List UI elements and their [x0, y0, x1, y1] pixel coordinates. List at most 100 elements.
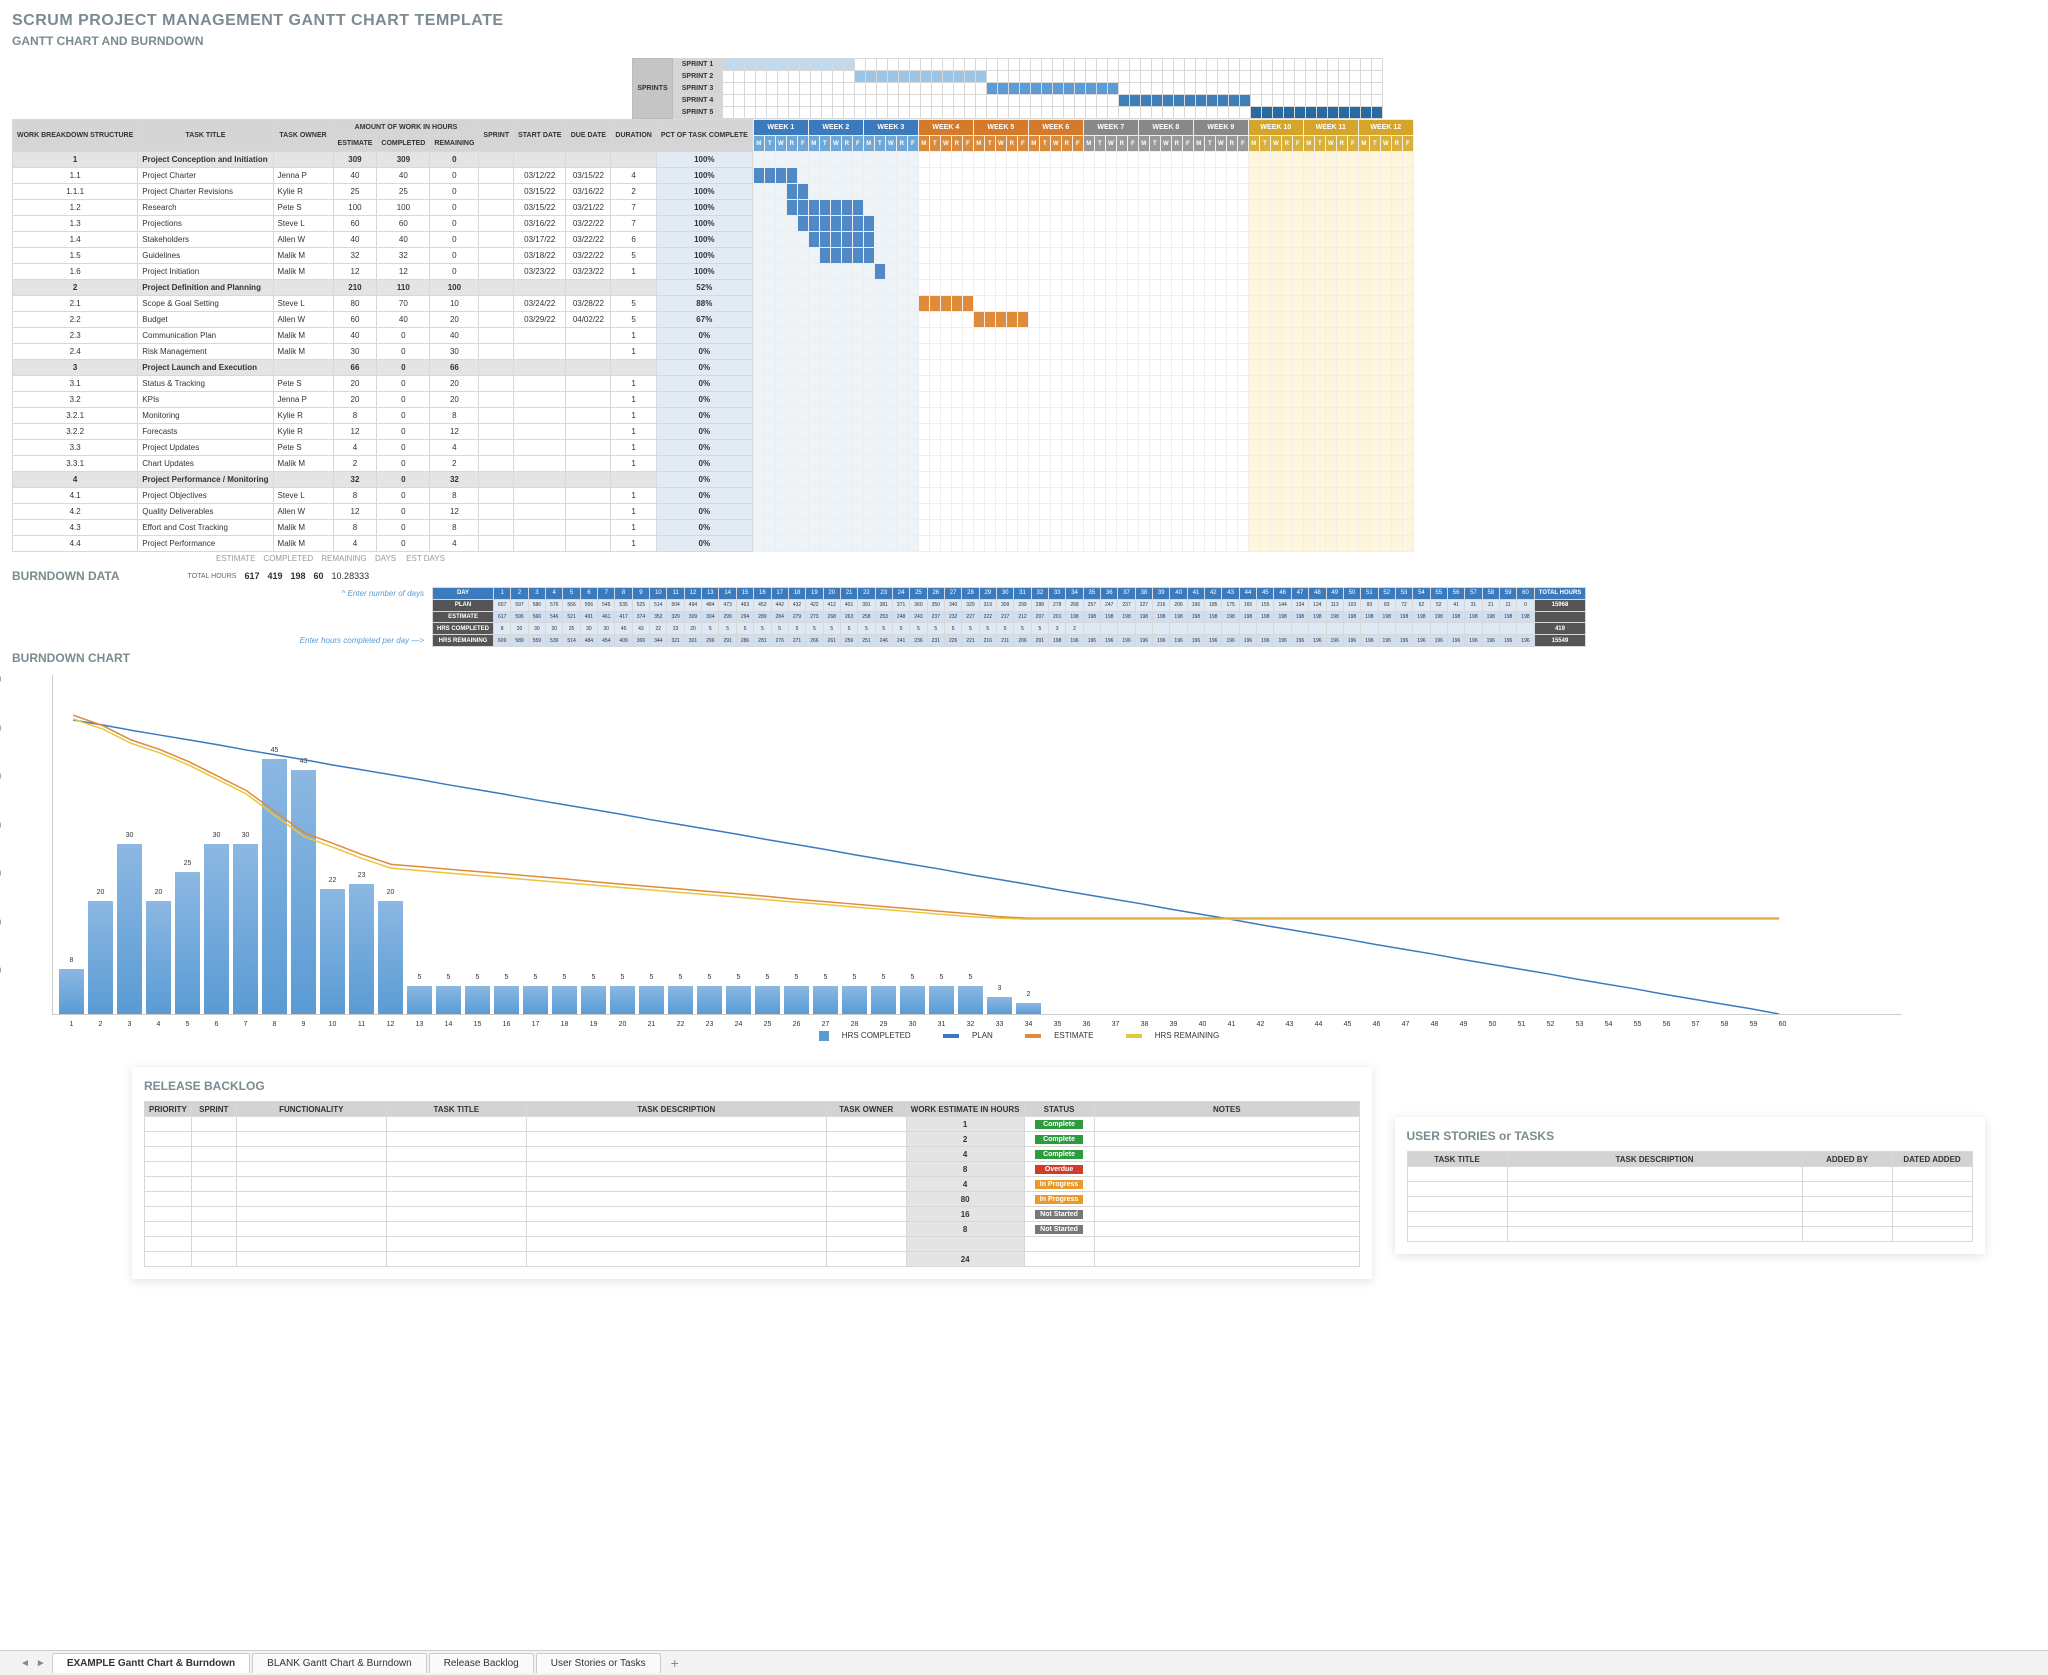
task-cell[interactable]: 4: [430, 440, 479, 456]
task-cell[interactable]: Project Definition and Planning: [138, 280, 273, 296]
task-cell[interactable]: 1: [611, 424, 656, 440]
task-cell[interactable]: 1: [611, 440, 656, 456]
task-cell[interactable]: [514, 440, 566, 456]
sheet-tab[interactable]: EXAMPLE Gantt Chart & Burndown: [52, 1653, 250, 1673]
task-cell[interactable]: 4: [430, 536, 479, 552]
task-cell[interactable]: 3.2: [13, 392, 138, 408]
task-cell[interactable]: 20: [430, 392, 479, 408]
task-cell[interactable]: 1: [611, 408, 656, 424]
task-cell[interactable]: Malik M: [273, 520, 333, 536]
task-cell[interactable]: [514, 376, 566, 392]
task-cell[interactable]: 32: [430, 472, 479, 488]
task-cell[interactable]: 20: [430, 312, 479, 328]
task-cell[interactable]: 2: [430, 456, 479, 472]
task-cell[interactable]: [273, 280, 333, 296]
task-cell[interactable]: 4.4: [13, 536, 138, 552]
task-cell[interactable]: [479, 504, 514, 520]
task-cell[interactable]: [479, 488, 514, 504]
task-cell[interactable]: 1.4: [13, 232, 138, 248]
task-cell[interactable]: 20: [333, 376, 377, 392]
task-cell[interactable]: Risk Management: [138, 344, 273, 360]
task-cell[interactable]: 3: [13, 360, 138, 376]
task-cell[interactable]: 0: [430, 200, 479, 216]
task-cell[interactable]: 110: [377, 280, 430, 296]
task-cell[interactable]: 0: [377, 456, 430, 472]
task-cell[interactable]: 1.6: [13, 264, 138, 280]
task-cell[interactable]: [514, 280, 566, 296]
task-cell[interactable]: 4.1: [13, 488, 138, 504]
task-cell[interactable]: 3.1: [13, 376, 138, 392]
task-cell[interactable]: 1.5: [13, 248, 138, 264]
task-cell[interactable]: 20: [333, 392, 377, 408]
task-cell[interactable]: 80: [333, 296, 377, 312]
task-cell[interactable]: [566, 152, 611, 168]
task-cell[interactable]: Kylie R: [273, 424, 333, 440]
task-cell[interactable]: 25: [333, 184, 377, 200]
task-cell[interactable]: Effort and Cost Tracking: [138, 520, 273, 536]
task-cell[interactable]: 1.3: [13, 216, 138, 232]
sheet-nav-prev[interactable]: ◄: [20, 1658, 30, 1669]
task-cell[interactable]: [479, 360, 514, 376]
task-cell[interactable]: 03/22/22: [566, 248, 611, 264]
task-cell[interactable]: 66: [430, 360, 479, 376]
task-cell[interactable]: 0: [377, 504, 430, 520]
task-cell[interactable]: 3.3.1: [13, 456, 138, 472]
backlog-row[interactable]: 16Not Started: [145, 1207, 1360, 1222]
task-cell[interactable]: Budget: [138, 312, 273, 328]
task-cell[interactable]: 03/29/22: [514, 312, 566, 328]
task-cell[interactable]: Stakeholders: [138, 232, 273, 248]
task-cell[interactable]: 6: [611, 232, 656, 248]
task-cell[interactable]: Project Conception and Initiation: [138, 152, 273, 168]
task-cell[interactable]: 1: [611, 376, 656, 392]
backlog-row[interactable]: 24: [145, 1252, 1360, 1267]
task-cell[interactable]: 0: [377, 536, 430, 552]
task-cell[interactable]: Guidelines: [138, 248, 273, 264]
task-cell[interactable]: [611, 472, 656, 488]
task-cell[interactable]: 4: [13, 472, 138, 488]
backlog-row[interactable]: 1Complete: [145, 1117, 1360, 1132]
task-cell[interactable]: 40: [377, 168, 430, 184]
task-cell[interactable]: Malik M: [273, 328, 333, 344]
task-cell[interactable]: 5: [611, 312, 656, 328]
task-cell[interactable]: 03/17/22: [514, 232, 566, 248]
task-cell[interactable]: [514, 408, 566, 424]
task-cell[interactable]: Monitoring: [138, 408, 273, 424]
task-cell[interactable]: 03/22/22: [566, 232, 611, 248]
task-cell[interactable]: 10: [430, 296, 479, 312]
task-cell[interactable]: 309: [333, 152, 377, 168]
task-cell[interactable]: 03/18/22: [514, 248, 566, 264]
backlog-row[interactable]: 80In Progress: [145, 1192, 1360, 1207]
task-cell[interactable]: 1: [611, 344, 656, 360]
task-cell[interactable]: [566, 440, 611, 456]
task-cell[interactable]: 0: [377, 392, 430, 408]
task-cell[interactable]: 2: [333, 456, 377, 472]
task-cell[interactable]: 0: [430, 216, 479, 232]
task-cell[interactable]: 8: [430, 488, 479, 504]
task-cell[interactable]: 30: [333, 344, 377, 360]
task-cell[interactable]: 1: [611, 392, 656, 408]
task-cell[interactable]: 1: [611, 504, 656, 520]
task-cell[interactable]: 03/15/22: [514, 184, 566, 200]
task-cell[interactable]: Chart Updates: [138, 456, 273, 472]
task-cell[interactable]: Research: [138, 200, 273, 216]
task-cell[interactable]: [566, 328, 611, 344]
backlog-row[interactable]: [145, 1237, 1360, 1252]
sheet-tab[interactable]: User Stories or Tasks: [536, 1653, 661, 1673]
task-cell[interactable]: Project Charter: [138, 168, 273, 184]
task-cell[interactable]: 4.3: [13, 520, 138, 536]
task-cell[interactable]: 0: [377, 488, 430, 504]
task-cell[interactable]: [566, 504, 611, 520]
task-cell[interactable]: 1.1.1: [13, 184, 138, 200]
task-cell[interactable]: [566, 536, 611, 552]
task-cell[interactable]: 2.1: [13, 296, 138, 312]
story-row[interactable]: [1407, 1212, 1972, 1227]
task-cell[interactable]: 0: [430, 168, 479, 184]
task-cell[interactable]: Project Launch and Execution: [138, 360, 273, 376]
task-cell[interactable]: Quality Deliverables: [138, 504, 273, 520]
story-row[interactable]: [1407, 1227, 1972, 1242]
task-cell[interactable]: KPIs: [138, 392, 273, 408]
task-cell[interactable]: [479, 344, 514, 360]
task-cell[interactable]: 0: [377, 360, 430, 376]
task-cell[interactable]: 0: [377, 520, 430, 536]
task-cell[interactable]: [479, 408, 514, 424]
